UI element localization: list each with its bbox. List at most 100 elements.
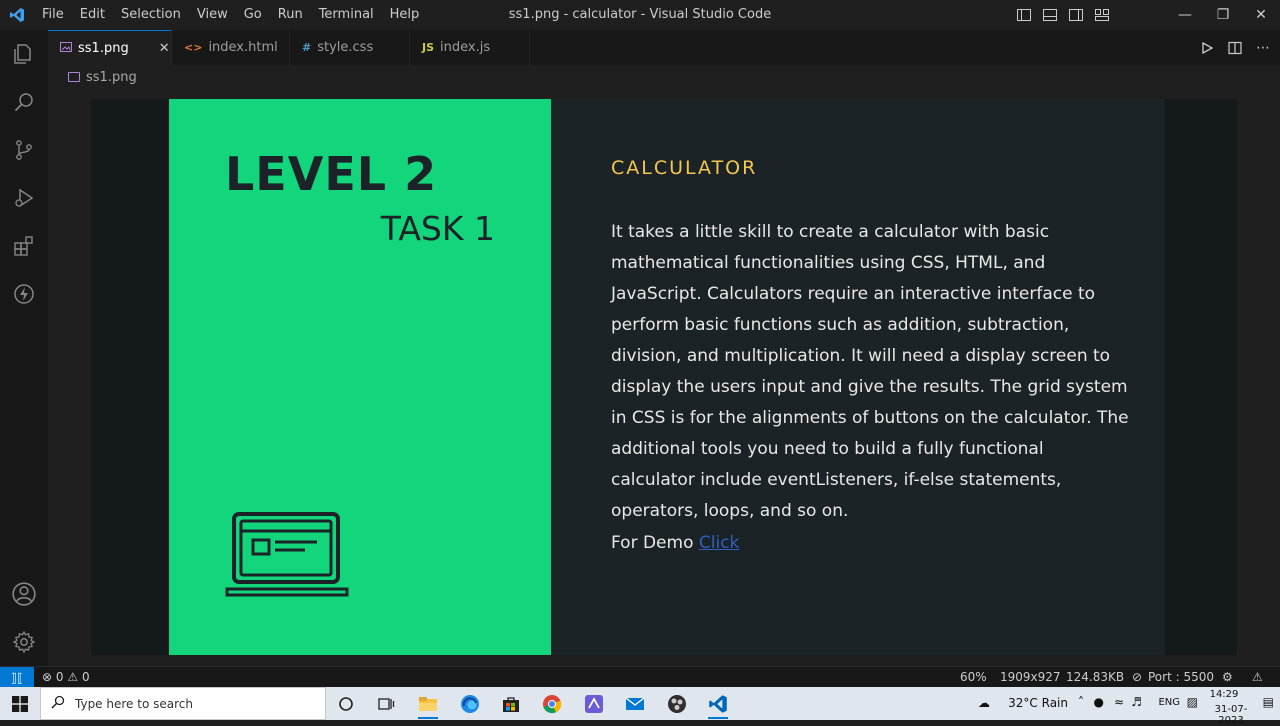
thunder-client-icon[interactable] (0, 270, 48, 318)
warning-count: 0 (81, 670, 90, 684)
menu-selection[interactable]: Selection (113, 0, 189, 30)
js-icon: JS (422, 41, 435, 54)
language-indicator[interactable]: ENG (1158, 697, 1180, 708)
window-controls: — ❐ ✕ (1166, 0, 1280, 30)
windows-taskbar: Type here to search ☁ 32°C Rain ˄ ● ≈ ♬ … (0, 687, 1280, 726)
customize-layout-icon[interactable] (1094, 7, 1110, 23)
error-count: 0 (55, 670, 64, 684)
close-window-icon[interactable]: ✕ (1242, 0, 1280, 30)
activity-bar (0, 30, 48, 666)
description-panel: CALCULATOR It takes a little skill to cr… (551, 99, 1165, 655)
tab-index-js[interactable]: JS index.js (410, 30, 530, 65)
file-explorer-icon[interactable] (408, 687, 448, 720)
chevron-up-icon[interactable]: ˄ (1078, 695, 1084, 709)
accounts-icon[interactable] (0, 570, 48, 618)
source-control-icon[interactable] (0, 126, 48, 174)
level-title: LEVEL 2 (225, 147, 438, 201)
image-preview[interactable]: LEVEL 2 TASK 1 CALCULATOR It takes a lit… (91, 99, 1237, 655)
notifications-icon[interactable]: ▤ (1263, 695, 1274, 709)
live-server-port[interactable]: Port : 5500 (1148, 667, 1214, 687)
menu-bar: File Edit Selection View Go Run Terminal… (34, 0, 427, 30)
more-actions-icon[interactable]: ⋯ (1256, 40, 1270, 56)
edge-browser-icon[interactable] (450, 687, 490, 720)
explorer-icon[interactable] (0, 30, 48, 78)
weather-icon: ☁ (978, 696, 990, 710)
menu-run[interactable]: Run (270, 0, 311, 30)
tab-ss1-png[interactable]: ss1.png ✕ (48, 30, 172, 65)
visual-studio-icon[interactable] (574, 687, 614, 720)
task-view-icon[interactable] (366, 687, 406, 720)
vscode-logo-icon (0, 0, 34, 30)
split-editor-icon[interactable] (1228, 41, 1242, 55)
weather-text[interactable]: 32°C Rain (1008, 696, 1068, 710)
layout-controls (1016, 0, 1110, 30)
remote-icon[interactable]: ⟧⟦ (0, 667, 34, 688)
title-bar: File Edit Selection View Go Run Terminal… (0, 0, 1280, 30)
run-debug-icon[interactable] (0, 174, 48, 222)
menu-go[interactable]: Go (236, 0, 270, 30)
calculator-description: It takes a little skill to create a calc… (611, 222, 1129, 521)
volume-icon[interactable]: ♬ (1131, 695, 1142, 709)
vscode-taskbar-icon[interactable] (698, 687, 738, 720)
clock-time[interactable]: 14:29 (1202, 689, 1246, 700)
windows-start-icon[interactable] (0, 687, 40, 720)
error-icon: ⊗ (42, 670, 53, 684)
microphone-icon[interactable]: ● (1094, 695, 1104, 709)
menu-view[interactable]: View (189, 0, 236, 30)
menu-file[interactable]: File (34, 0, 72, 30)
demo-link[interactable]: Click (699, 533, 740, 553)
green-panel: LEVEL 2 TASK 1 (169, 99, 551, 655)
toggle-primary-sidebar-icon[interactable] (1016, 7, 1032, 23)
laptop-icon (225, 509, 351, 603)
settings-gear-icon[interactable] (0, 618, 48, 666)
status-bar: ⟧⟦ ⊗ 0 ⚠ 0 60% 1909x927 124.83KB ⊘ Port … (0, 666, 1280, 688)
tab-label: index.html (208, 40, 278, 55)
wifi-icon[interactable]: ≈ (1114, 695, 1124, 709)
keyboard-icon[interactable]: ▨ (1187, 695, 1198, 709)
close-icon[interactable]: ✕ (159, 41, 170, 56)
warning-icon: ⚠ (67, 670, 79, 684)
menu-terminal[interactable]: Terminal (311, 0, 382, 30)
tab-label: ss1.png (78, 40, 129, 56)
mail-icon[interactable] (615, 687, 655, 720)
problems-indicator[interactable]: ⊗ 0 ⚠ 0 (42, 667, 90, 687)
tab-style-css[interactable]: # style.css (290, 30, 410, 65)
file-size: 124.83KB (1066, 670, 1125, 684)
editor-actions: ⋯ (1200, 30, 1270, 65)
calculator-heading: CALCULATOR (611, 157, 758, 179)
obs-icon[interactable] (657, 687, 697, 720)
zoom-level[interactable]: 60% (960, 667, 987, 687)
demo-prefix: For Demo (611, 533, 694, 553)
microsoft-store-icon[interactable] (491, 687, 531, 720)
accounts-status-icon[interactable]: ⚙ (1222, 667, 1233, 687)
live-server-icon: ⊘ (1132, 670, 1143, 684)
search-icon[interactable] (0, 78, 48, 126)
html-icon: <> (184, 41, 203, 54)
toggle-secondary-sidebar-icon[interactable] (1068, 7, 1084, 23)
task-title: TASK 1 (380, 209, 495, 248)
menu-edit[interactable]: Edit (72, 0, 113, 30)
menu-help[interactable]: Help (382, 0, 428, 30)
notifications-bell-icon[interactable]: ⚠ (1252, 667, 1263, 687)
tab-index-html[interactable]: <> index.html (172, 30, 290, 65)
image-icon (68, 72, 80, 82)
image-viewer: LEVEL 2 TASK 1 CALCULATOR It takes a lit… (48, 89, 1280, 666)
taskbar-search-input[interactable]: Type here to search (40, 687, 326, 720)
image-icon (60, 41, 72, 55)
minimize-icon[interactable]: — (1166, 0, 1204, 30)
tab-label: style.css (317, 40, 374, 55)
extensions-icon[interactable] (0, 222, 48, 270)
breadcrumb-file[interactable]: ss1.png (86, 70, 137, 85)
tab-label: index.js (440, 40, 491, 55)
toggle-panel-icon[interactable] (1042, 7, 1058, 23)
editor-tabs: ss1.png ✕ <> index.html # style.css JS i… (48, 30, 1280, 65)
search-icon (51, 695, 65, 712)
run-icon[interactable] (1200, 41, 1214, 55)
image-dimensions: 1909x927 (1000, 670, 1061, 684)
css-icon: # (302, 41, 312, 54)
demo-line: For Demo Click (611, 528, 739, 559)
clock-date[interactable]: 31-07-2023 (1202, 704, 1260, 726)
restore-icon[interactable]: ❐ (1204, 0, 1242, 30)
chrome-browser-icon[interactable] (532, 687, 572, 720)
cortana-icon[interactable] (326, 687, 366, 720)
